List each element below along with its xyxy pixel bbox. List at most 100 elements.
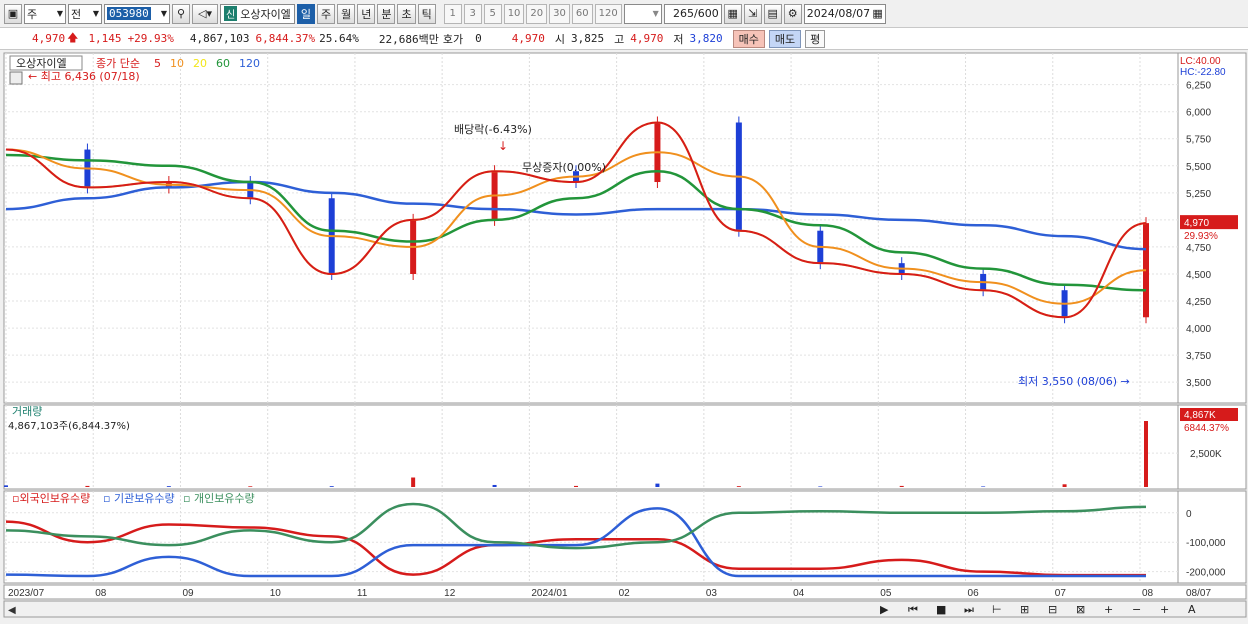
legend-ma-label: 종가 단순 [96,57,140,70]
legend-stock-name: 오상자이엘 [16,57,67,70]
volume-last-label: 4,867K [1184,410,1216,421]
volume-bar [655,483,660,487]
dividend-label: 배당락(-6.43%) [454,123,532,136]
hoga-value: 0 [475,32,482,45]
hoga-price: 4,970 [511,32,545,45]
count-value: 265 [673,7,695,20]
legend-ma-10: 10 [170,57,184,70]
chevron-down-icon: ▼ [652,9,659,18]
x-tick-label: 08 [95,588,107,599]
scroll-control-icon: ⊠ [1076,603,1085,616]
holdings-legend-2: ▫ 개인보유수량 [183,492,255,505]
price-tick-label: 5,750 [1186,135,1211,146]
holdings-legend-1: ▫ 기관보유수량 [103,492,175,505]
sell-button[interactable]: 매도 [768,29,802,48]
scroll-control-icon: ⊟ [1048,603,1057,616]
legend-ma-20: 20 [193,57,207,70]
current-price: 4,970 [32,32,66,45]
stock-chart[interactable]: 2023/07 08 09 10 11 12 2024/01 02 03 04 05 06 07 08 08… [0,51,1248,621]
last-price-label: 4,970 [1184,218,1209,229]
market-value: 주 [27,7,38,21]
stock-code-input[interactable]: 053980 ▼ [104,3,170,24]
prev-value: 전 [71,7,82,21]
scroll-control-icon: ▶ [880,603,889,616]
volume-pct: 6,844.37% [255,32,316,45]
volume-bar [248,486,253,487]
legend-ma-60: 60 [216,57,230,70]
trade-amount: 22,686백만 [378,32,439,46]
x-tick-label: 2023/07 [8,588,45,599]
chart-area[interactable]: 2023/07 08 09 10 11 12 2024/01 02 03 04 05 06 07 08 08… [0,51,1248,621]
calendar-icon: ▦ [872,7,883,20]
volume-bar [411,477,416,487]
minute-10[interactable]: 10 [503,3,525,24]
chart-toolbar: ▣ 주 ▼ 전 ▼ 053980 ▼ ⚲ ◁▾ 신 오상자이엘 일 주 월 년 분 초… [0,0,1248,28]
count-input[interactable]: 265/600 [663,3,722,24]
zoom-icon[interactable]: ⇲ [743,3,762,24]
date-value: 2024/08/07 [806,7,871,20]
x-tick-label: 08 [1142,588,1154,599]
bonus-issue-label: 무상증자(0.00%) [522,161,606,174]
period-week[interactable]: 주 [316,3,336,24]
avg-button[interactable]: 평 [805,29,826,48]
minute-120[interactable]: 120 [594,3,622,24]
minute-20[interactable]: 20 [526,3,548,24]
price-tick-label: 4,500 [1186,270,1211,281]
price-tick-label: 3,750 [1186,351,1211,362]
volume-bar [329,486,334,487]
price-tick-label: 3,500 [1186,378,1211,389]
chevron-down-icon: ▼ [160,9,167,18]
high-price: 4,970 [630,32,664,45]
open-label: 시 [554,32,565,46]
minute-30[interactable]: 30 [549,3,570,24]
volume-bar [736,486,741,487]
count-total: /600 [694,7,719,20]
price-change: 1,145 [88,32,122,45]
market-select[interactable]: 주 ▼ [24,3,66,24]
stock-code-value: 053980 [107,7,151,20]
search-icon[interactable]: ⚲ [172,3,190,24]
stock-name: 오상자이엘 [240,7,291,21]
layout-icon[interactable]: ▣ [4,3,22,24]
turnover: 25.64% [319,32,359,45]
buy-button[interactable]: 매수 [732,29,765,48]
crosshair-icon[interactable]: ▦ [723,3,742,24]
chevron-down-icon: ▼ [92,9,99,18]
hc-label: HC:-22.80 [1180,67,1226,78]
period-month[interactable]: 월 [337,3,356,24]
period-year[interactable]: 년 [357,3,376,24]
minute-60[interactable]: 60 [571,3,593,24]
volume-tick-label: 2,500K [1190,449,1222,460]
minute-1[interactable]: 1 [443,3,462,24]
scroll-left-icon: ◀ [8,605,16,616]
minute-5[interactable]: 5 [483,3,502,24]
x-tick-label: 2024/01 [531,588,568,599]
scroll-control-icon: ⏭ [964,603,974,616]
date-input[interactable]: 2024/08/07 ▦ [803,3,886,24]
sound-icon[interactable]: ◁▾ [192,3,218,24]
volume-bar [1062,484,1067,487]
x-tick-label: 12 [444,588,456,599]
x-tick-label: 09 [182,588,194,599]
x-tick-label: 07 [1055,588,1067,599]
volume-bar [574,485,578,487]
period-day[interactable]: 일 [296,3,315,24]
gear-icon[interactable]: ⚙ [783,3,802,24]
price-tick-label: 6,250 [1186,81,1211,92]
x-tick-label: 06 [968,588,980,599]
scroll-control-icon: ⊞ [1020,603,1029,616]
stock-name-box[interactable]: 신 오상자이엘 [220,3,295,24]
period-tick[interactable]: 틱 [417,3,436,24]
price-tick-label: 5,500 [1186,162,1211,173]
volume-bar [1144,421,1148,487]
chevron-down-icon: ▼ [56,9,63,18]
holdings-legend-0: ▫외국인보유수량 [12,492,90,505]
period-minute[interactable]: 분 [377,3,396,24]
save-icon[interactable]: ▤ [763,3,782,24]
prev-select[interactable]: 전 ▼ [68,3,102,24]
minute-3[interactable]: 3 [463,3,482,24]
period-second[interactable]: 초 [397,3,416,24]
custom-period-select[interactable]: ▼ [623,3,662,24]
holdings-tick-label: 0 [1186,509,1192,520]
price-tick-label: 4,000 [1186,324,1211,335]
